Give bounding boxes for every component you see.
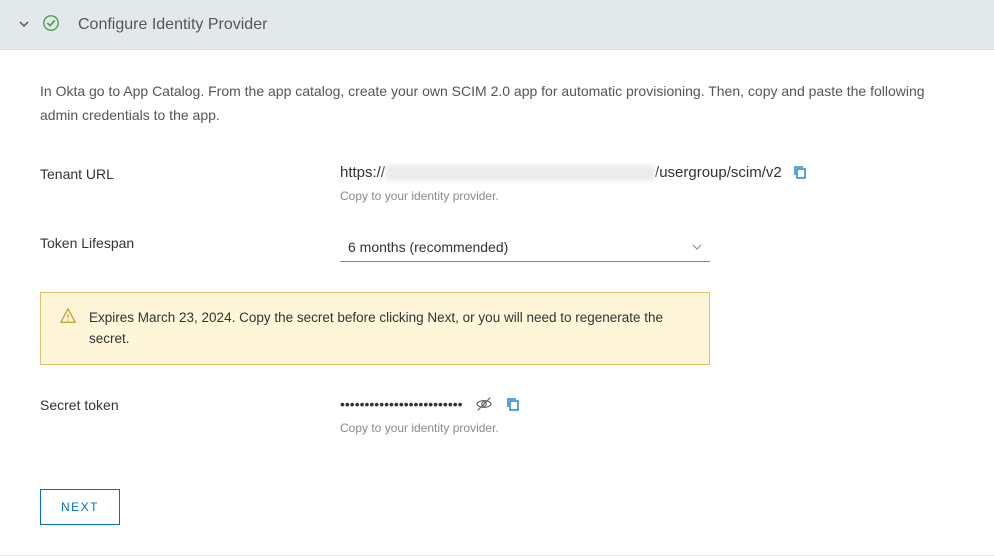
tenant-url-redacted — [385, 165, 655, 181]
eye-off-icon[interactable] — [475, 395, 493, 413]
copy-icon[interactable] — [792, 164, 808, 180]
next-button[interactable]: NEXT — [40, 489, 120, 525]
warning-icon — [59, 307, 77, 350]
secret-token-value: ••••••••••••••••••••••••• — [340, 396, 463, 412]
warning-alert: Expires March 23, 2024. Copy the secret … — [40, 292, 710, 365]
token-lifespan-label: Token Lifespan — [40, 233, 340, 251]
copy-icon[interactable] — [505, 396, 521, 412]
chevron-down-icon — [18, 17, 30, 33]
tenant-url-prefix: https:// — [340, 164, 385, 181]
warning-text: Expires March 23, 2024. Copy the secret … — [89, 307, 691, 350]
tenant-url-row: Tenant URL https:// /usergroup/scim/v2 Co… — [40, 164, 954, 203]
intro-text: In Okta go to App Catalog. From the app … — [40, 80, 954, 128]
chevron-down-icon — [692, 239, 702, 255]
tenant-url-label: Tenant URL — [40, 164, 340, 182]
panel-header[interactable]: Configure Identity Provider — [0, 0, 994, 50]
token-lifespan-row: Token Lifespan 6 months (recommended) — [40, 233, 954, 262]
secret-token-row: Secret token ••••••••••••••••••••••••• C… — [40, 395, 954, 435]
panel-title: Configure Identity Provider — [78, 16, 267, 34]
panel-content: In Okta go to App Catalog. From the app … — [0, 50, 994, 556]
check-circle-icon — [42, 14, 60, 35]
tenant-url-helper: Copy to your identity provider. — [340, 189, 954, 203]
token-lifespan-select[interactable]: 6 months (recommended) — [340, 233, 710, 262]
secret-token-label: Secret token — [40, 395, 340, 413]
tenant-url-value: https:// /usergroup/scim/v2 — [340, 164, 954, 181]
secret-token-helper: Copy to your identity provider. — [340, 421, 954, 435]
tenant-url-suffix: /usergroup/scim/v2 — [655, 164, 782, 181]
token-lifespan-selected: 6 months (recommended) — [348, 239, 508, 255]
